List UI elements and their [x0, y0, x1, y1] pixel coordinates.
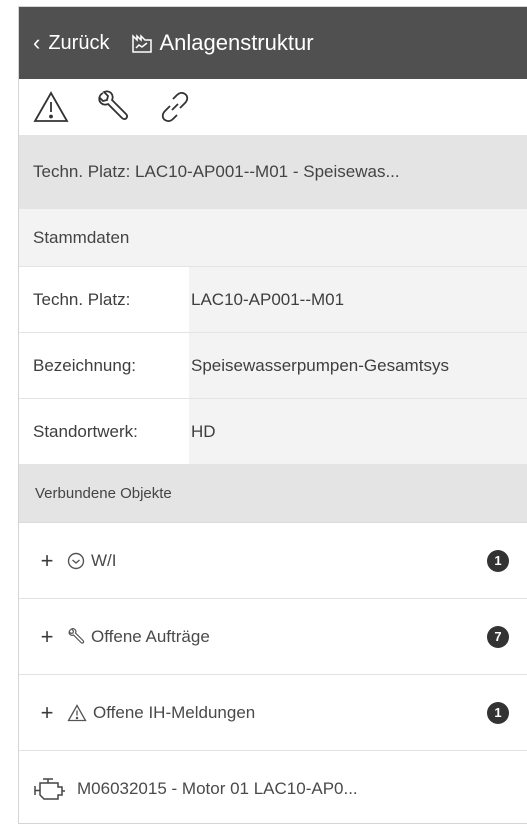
field-label: Bezeichnung: — [19, 333, 189, 398]
wrench-icon — [98, 90, 128, 121]
link-icon — [161, 92, 189, 122]
factory-chart-icon — [132, 34, 153, 53]
field-label: Techn. Platz: — [19, 267, 189, 332]
verbundene-objekte-heading: Verbundene Objekte — [19, 465, 527, 523]
chevron-left-icon: ‹ — [33, 30, 41, 55]
wrench-button[interactable] — [93, 87, 133, 127]
breadcrumb: Techn. Platz: LAC10-AP001--M01 - Speisew… — [19, 135, 527, 209]
field-label: Standortwerk: — [19, 399, 189, 464]
plus-icon: + — [40, 623, 54, 649]
link-button[interactable] — [155, 87, 195, 127]
list-item-offene-ih-meldungen[interactable]: + Offene IH-Meldungen 1 — [19, 675, 527, 751]
app-frame: ‹ Zurück Anlagenstruktur Techn. Platz: L… — [18, 6, 527, 824]
page-title-group: Anlagenstruktur — [131, 30, 314, 56]
toolbar — [19, 79, 527, 135]
field-row-techn-platz: Techn. Platz: LAC10-AP001--M01 — [19, 267, 527, 333]
count-badge: 7 — [487, 625, 509, 648]
warning-icon — [33, 91, 69, 122]
stammdaten-heading: Stammdaten — [19, 209, 527, 267]
field-value: LAC10-AP001--M01 — [189, 267, 527, 332]
warning-icon — [67, 703, 87, 722]
page-title: Anlagenstruktur — [159, 30, 314, 55]
count-badge: 1 — [487, 549, 509, 572]
wrench-icon — [67, 627, 85, 646]
stammdaten-heading-text: Stammdaten — [33, 227, 130, 247]
clock-icon — [67, 552, 85, 570]
motor-object-label: M06032015 - Motor 01 LAC10-AP0... — [77, 779, 358, 798]
list-item-offene-auftraege[interactable]: + Offene Aufträge 7 — [19, 599, 527, 675]
plus-icon: + — [40, 699, 54, 725]
field-value: HD — [189, 399, 527, 464]
list-item-label: W/I — [91, 550, 117, 570]
engine-icon — [34, 778, 65, 800]
motor-object-row[interactable]: M06032015 - Motor 01 LAC10-AP0... — [19, 751, 527, 823]
count-badge: 1 — [487, 701, 509, 724]
plus-icon: + — [40, 547, 54, 573]
top-bar: ‹ Zurück Anlagenstruktur — [19, 7, 527, 79]
verbundene-objekte-heading-text: Verbundene Objekte — [35, 485, 172, 502]
breadcrumb-text: Techn. Platz: LAC10-AP001--M01 - Speisew… — [33, 162, 400, 181]
warning-button[interactable] — [31, 87, 71, 127]
field-row-standortwerk: Standortwerk: HD — [19, 399, 527, 465]
back-button[interactable]: ‹ Zurück — [33, 30, 109, 56]
back-label: Zurück — [48, 31, 110, 54]
field-value: Speisewasserpumpen-Gesamtsys — [189, 333, 527, 398]
list-item-label: Offene Aufträge — [91, 626, 210, 646]
list-item-wi[interactable]: + W/I 1 — [19, 523, 527, 599]
field-row-bezeichnung: Bezeichnung: Speisewasserpumpen-Gesamtsy… — [19, 333, 527, 399]
list-item-label: Offene IH-Meldungen — [93, 702, 256, 722]
